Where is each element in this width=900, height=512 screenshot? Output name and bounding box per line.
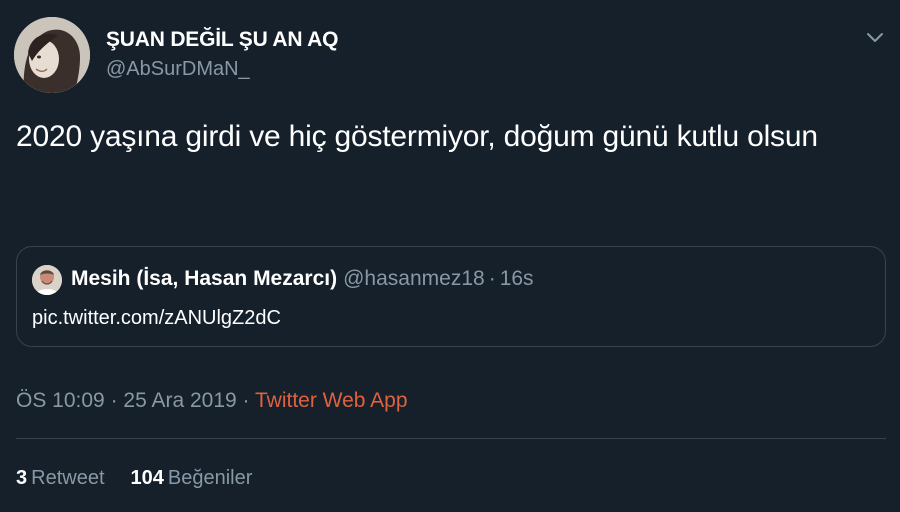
retweets-stat[interactable]: 3 Retweet <box>16 467 105 489</box>
quoted-tweet-header: Mesih (İsa, Hasan Mezarcı) @hasanmez18 · 16… <box>71 267 534 291</box>
likes-label: Beğeniler <box>167 467 253 489</box>
quoted-tweet-card[interactable]: Mesih (İsa, Hasan Mezarcı) @hasanmez18 · 16… <box>16 246 886 347</box>
likes-count: 104 <box>130 467 164 489</box>
chevron-down-icon[interactable] <box>864 26 886 48</box>
likes-stat[interactable]: 104 Beğeniler <box>131 467 253 489</box>
author-handle[interactable]: @AbSurDMaN_ <box>106 58 250 81</box>
tweet-text: 2020 yaşına girdi ve hiç göstermiyor, do… <box>16 120 818 153</box>
quoted-author-name[interactable]: Mesih (İsa, Hasan Mezarcı) <box>71 267 337 290</box>
tweet-meta: ÖS 10:09 · 25 Ara 2019 · Twitter Web App <box>16 389 408 413</box>
meta-separator: · <box>110 389 118 412</box>
author-name[interactable]: ŞUAN DEĞİL ŞU AN AQ <box>106 28 338 52</box>
quoted-tweet-link[interactable]: pic.twitter.com/zANUlgZ2dC <box>32 307 281 330</box>
tweet-source-link[interactable]: Twitter Web App <box>255 389 408 412</box>
author-avatar[interactable] <box>14 17 90 93</box>
tweet-time[interactable]: ÖS 10:09 <box>16 389 105 412</box>
tweet-date[interactable]: 25 Ara 2019 <box>123 389 236 412</box>
divider <box>16 438 886 439</box>
author-avatar-image <box>14 17 90 93</box>
meta-separator-2: · <box>242 389 250 412</box>
quoted-author-handle[interactable]: @hasanmez18 <box>343 267 485 290</box>
quoted-tweet-time[interactable]: 16s <box>500 267 534 290</box>
quoted-separator: · <box>488 267 496 290</box>
tweet-container: ŞUAN DEĞİL ŞU AN AQ @AbSurDMaN_ 2020 yaş… <box>0 0 900 512</box>
retweets-label: Retweet <box>31 467 105 489</box>
quoted-author-avatar[interactable] <box>32 265 62 295</box>
tweet-stats: 3 Retweet 104 Beğeniler <box>16 467 252 490</box>
retweets-count: 3 <box>16 467 28 489</box>
